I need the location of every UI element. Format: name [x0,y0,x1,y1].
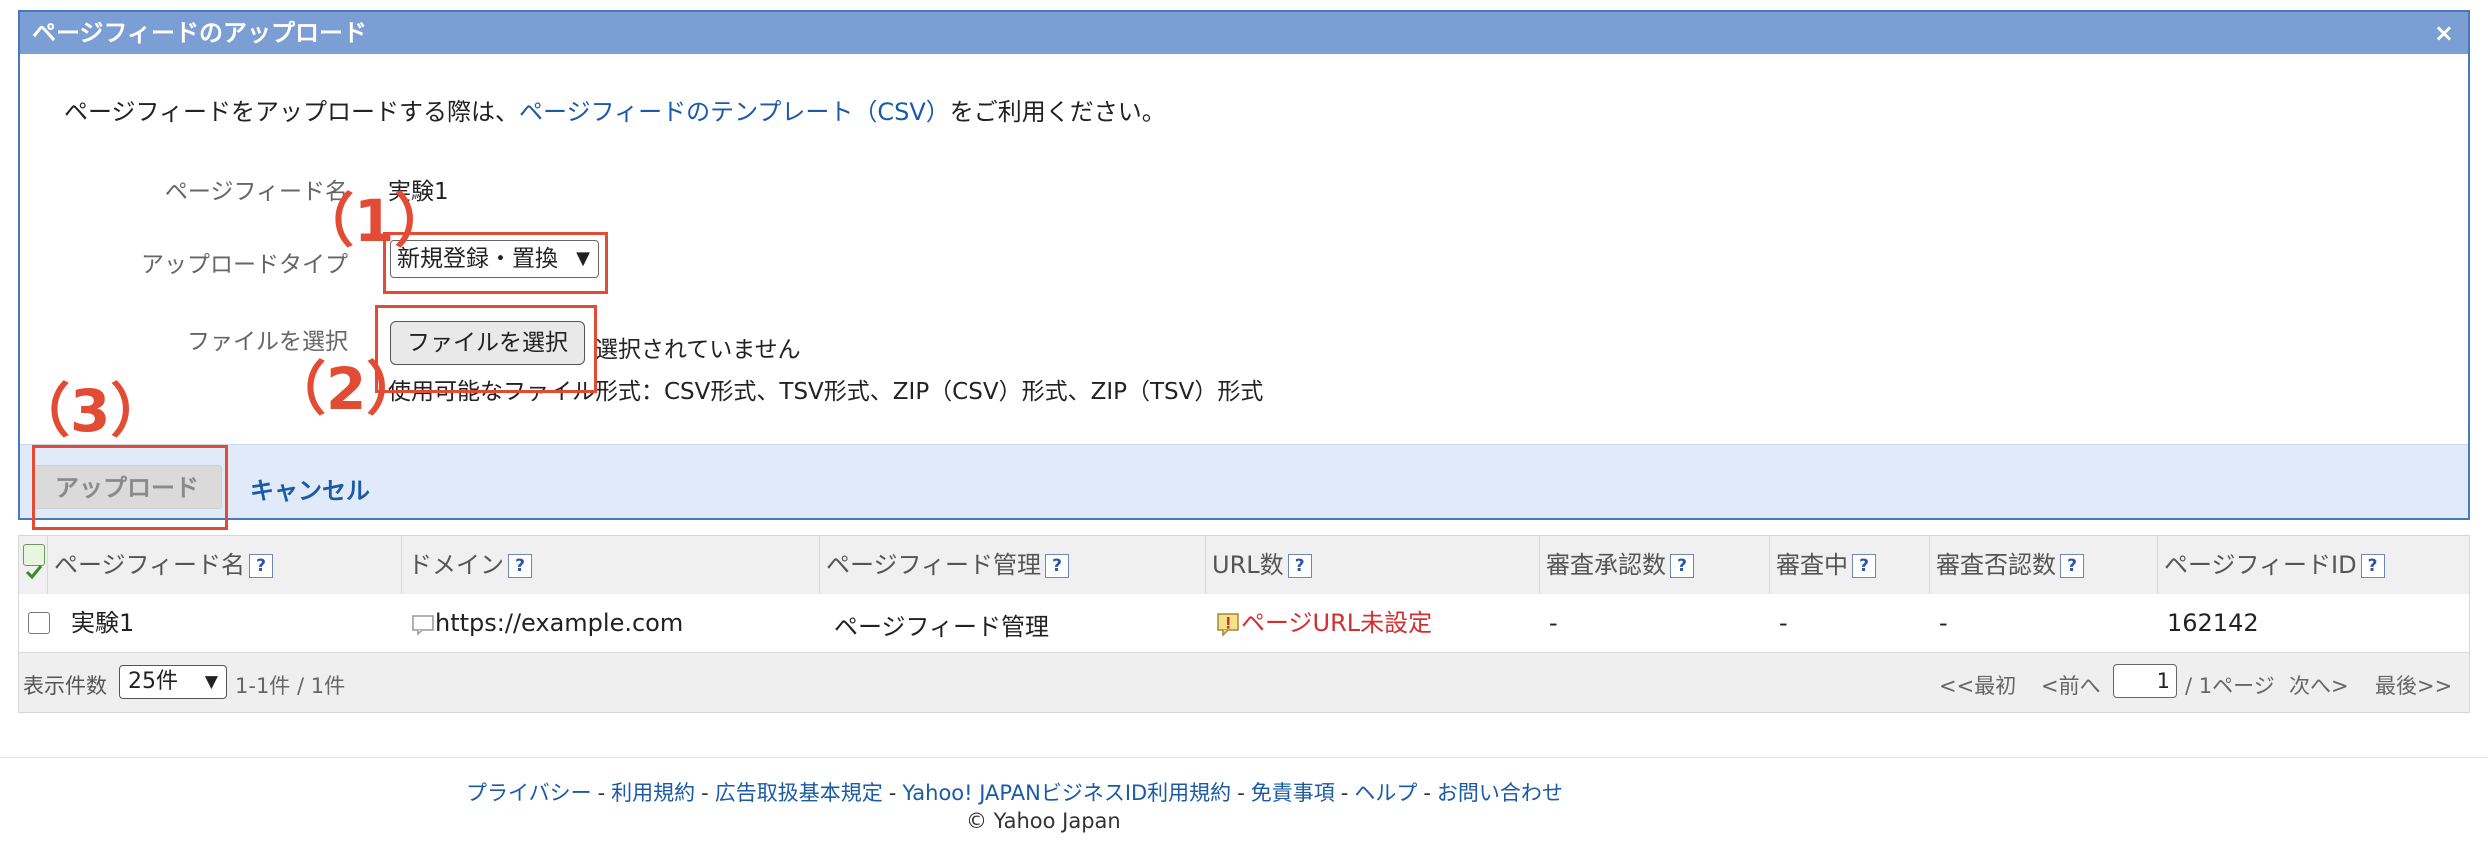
table-header: ページフィード名? ドメイン? ページフィード管理? URL数? 審査承認数? … [19,536,2469,595]
col-header-rejected: 審査否認数? [1929,536,2157,594]
footer-link-help[interactable]: ヘルプ [1354,781,1417,805]
per-page-value: 25件 [128,669,178,694]
row-checkbox[interactable] [28,612,50,634]
warning-icon [1217,613,1239,637]
dialog-footer: アップロード キャンセル [20,444,2468,518]
help-icon[interactable]: ? [1287,554,1312,578]
annotation-number-2: （2） [268,355,425,423]
row-pending: - [1779,609,1788,637]
row-manage: ページフィード管理 [834,613,1050,641]
row-url-count-text: ページURL未設定 [1241,609,1433,637]
footer-link-ad-policy[interactable]: 広告取扱基本規定 [715,781,883,805]
next-page-link[interactable]: 次へ> [2289,670,2349,700]
col-header-url-count: URL数? [1205,536,1539,594]
range-text: 1-1件 / 1件 [235,674,346,698]
help-icon[interactable]: ? [2060,554,2084,578]
footer-divider [0,757,2488,758]
footer-link-business-id[interactable]: Yahoo! JAPANビジネスID利用規約 [902,781,1231,805]
col-header-pending: 審査中? [1769,536,1929,594]
help-icon[interactable]: ? [1045,554,1070,578]
template-csv-link[interactable]: ページフィードのテンプレート（CSV） [519,98,950,126]
total-pages-text: / 1ページ [2185,674,2275,698]
row-id: 162142 [2167,609,2259,637]
annotation-box-3 [32,445,228,530]
col-header-manage: ページフィード管理? [819,536,1205,594]
close-icon[interactable]: × [2434,12,2454,54]
footer-link-terms[interactable]: 利用規約 [611,781,695,805]
table-row: 実験1 https://example.com ページフィード管理 ページURL… [19,594,2469,653]
col-header-domain: ドメイン? [401,536,819,594]
help-icon[interactable]: ? [1852,554,1876,578]
select-all-checkbox[interactable] [23,544,45,580]
select-all-cell [19,536,47,594]
intro-suffix: をご利用ください。 [949,98,1166,126]
row-rejected: - [1939,609,1948,637]
col-header-approved: 審査承認数? [1539,536,1769,594]
file-label: ファイルを選択 [187,329,348,355]
help-icon[interactable]: ? [1670,554,1694,578]
last-page-link[interactable]: 最後>> [2375,670,2452,700]
annotation-number-3: （3） [12,377,169,445]
first-page-link[interactable]: <<最初 [1939,670,2016,700]
row-domain: https://example.com [411,594,683,652]
row-domain-text: https://example.com [435,609,684,637]
help-icon[interactable]: ? [249,554,274,578]
footer-link-disclaimer[interactable]: 免責事項 [1251,781,1335,805]
copyright: © Yahoo Japan [966,809,1121,833]
check-icon [25,565,43,580]
per-page-label: 表示件数 [23,674,107,698]
chevron-down-icon: ▼ [204,672,218,692]
footer-link-privacy[interactable]: プライバシー [466,781,592,805]
page-feed-table: ページフィード名? ドメイン? ページフィード管理? URL数? 審査承認数? … [18,535,2470,713]
table-footer: 表示件数 25件 ▼ 1-1件 / 1件 <<最初 <前へ 1 / 1ページ 次… [19,652,2469,712]
comment-icon [412,615,434,636]
dialog-title: ページフィードのアップロード [32,19,368,47]
intro-text: ページフィードをアップロードする際は、ページフィードのテンプレート（CSV）をご… [64,92,1166,127]
row-approved: - [1549,609,1558,637]
annotation-number-1: （1） [296,187,453,255]
page-number-input[interactable]: 1 [2113,664,2177,698]
cancel-link[interactable]: キャンセル [250,471,370,506]
file-status-text: 選択されていません [595,337,801,363]
col-header-id: ページフィードID? [2157,536,2469,594]
footer-link-contact[interactable]: お問い合わせ [1437,781,1563,805]
col-header-name: ページフィード名? [47,536,401,594]
per-page-select[interactable]: 25件 ▼ [119,665,227,699]
footer-links: プライバシー - 利用規約 - 広告取扱基本規定 - Yahoo! JAPANビジネスID利… [466,781,1563,805]
dialog-header: ページフィードのアップロード × [20,12,2468,54]
help-icon[interactable]: ? [2360,554,2385,578]
intro-prefix: ページフィードをアップロードする際は、 [64,98,520,126]
row-name: 実験1 [71,609,135,637]
prev-page-link[interactable]: <前へ [2041,670,2101,700]
help-icon[interactable]: ? [508,554,532,578]
row-url-count: ページURL未設定 [1215,594,1432,652]
